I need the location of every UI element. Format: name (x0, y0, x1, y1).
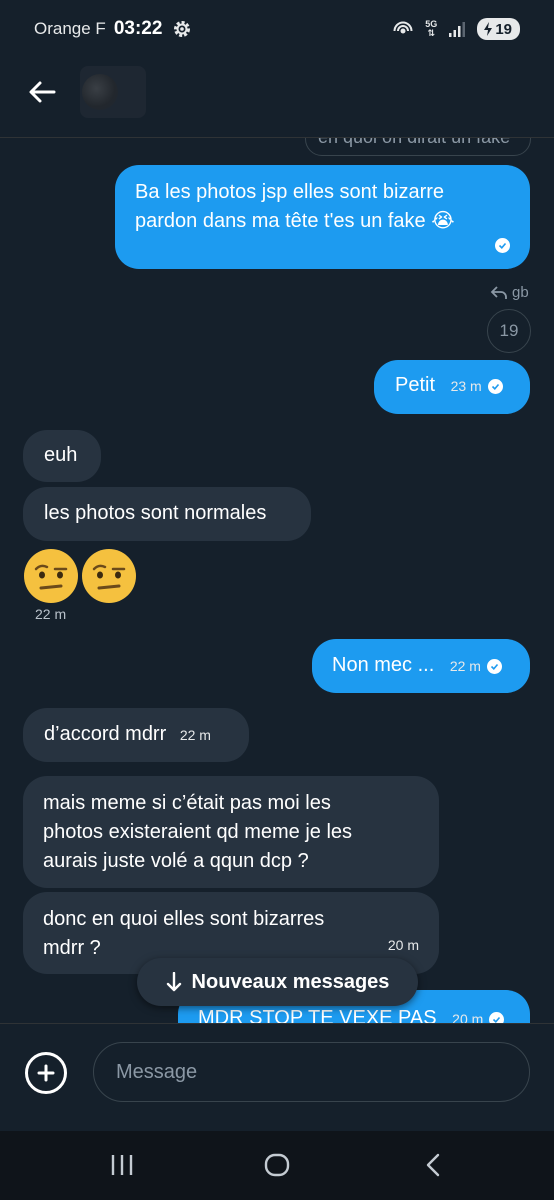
message-line: Ba les photos jsp elles sont bizarre (135, 181, 445, 203)
quoted-message[interactable]: en quoi on dirait un fake (305, 138, 531, 156)
message-text: d’accord mdrr (44, 723, 167, 745)
arrow-down-icon (166, 972, 181, 992)
battery-level: 19 (495, 20, 512, 38)
message-time: 22 m (449, 658, 481, 674)
status-bar: Orange F 03:22 5G ⇅ 19 (0, 0, 554, 58)
add-attachment-button[interactable] (25, 1052, 67, 1094)
status-icons: 5G ⇅ 19 (393, 18, 520, 41)
message-line: photos existeraient qd meme je les (43, 821, 353, 843)
message-time: 20 m (387, 937, 419, 953)
message-bubble-incoming[interactable]: mais meme si c’était pas moi les photos … (23, 776, 439, 888)
arrow-left-icon (29, 81, 56, 103)
back-button[interactable] (22, 76, 62, 108)
message-list[interactable]: en quoi on dirait un fake Ba les photos … (0, 138, 554, 1023)
avatar-image (82, 74, 118, 110)
message-meta: 23 m (451, 372, 503, 401)
plus-circle-icon (37, 1064, 55, 1082)
message-meta: 22 m (450, 652, 502, 681)
back-icon (426, 1153, 440, 1177)
message-bubble-incoming[interactable]: les photos sont normales (23, 487, 311, 541)
new-messages-label: Nouveaux messages (191, 970, 390, 993)
read-check-icon (495, 238, 510, 253)
reaction-count: 19 (499, 321, 519, 340)
message-line: pardon dans ma tête t'es un fake 😭 (135, 210, 455, 232)
conversation-header (0, 58, 554, 138)
message-bubble-outgoing[interactable]: Non mec ... 22 m (312, 639, 530, 693)
message-line: aurais juste volé a qqun dcp ? (43, 850, 309, 872)
quoted-text: en quoi on dirait un fake (318, 138, 510, 147)
message-text: Non mec ... (332, 654, 435, 676)
message-time: 22 m (35, 606, 67, 622)
carrier-name: Orange F (34, 19, 106, 38)
network-5g-icon: 5G ⇅ (425, 19, 438, 38)
avatar[interactable] (80, 66, 146, 118)
message-meta: 20 m (452, 1005, 505, 1023)
recents-button[interactable] (102, 1149, 142, 1181)
read-check-icon (486, 659, 502, 674)
new-messages-button[interactable]: Nouveaux messages (137, 958, 418, 1006)
status-time: 03:22 (113, 18, 163, 39)
message-bubble-outgoing[interactable]: Ba les photos jsp elles sont bizarre par… (115, 165, 530, 269)
face-with-raised-eyebrow-icon[interactable] (81, 548, 137, 604)
message-time: 22 m (179, 727, 211, 743)
hotspot-icon (393, 18, 413, 41)
message-time: 20 m (452, 1011, 484, 1023)
recents-icon (111, 1155, 133, 1175)
message-line: mais meme si c’était pas moi les (43, 792, 331, 814)
battery-icon: 19 (477, 18, 520, 40)
message-line: donc en quoi elles sont bizarres (43, 908, 325, 930)
message-time: 23 m (450, 378, 482, 394)
message-bubble-incoming[interactable]: euh (23, 430, 101, 482)
system-navigation-bar (0, 1131, 554, 1200)
message-composer (0, 1023, 554, 1131)
message-bubble-outgoing[interactable]: Petit 23 m (374, 360, 530, 414)
message-text: euh (44, 444, 78, 466)
face-with-raised-eyebrow-icon[interactable] (23, 548, 79, 604)
home-button[interactable] (257, 1149, 297, 1181)
reply-icon (490, 285, 507, 299)
message-input[interactable] (93, 1042, 530, 1102)
message-bubble-incoming[interactable]: d’accord mdrr 22 m (23, 708, 249, 762)
system-back-button[interactable] (413, 1149, 453, 1181)
message-text: Petit (395, 374, 436, 396)
gear-icon (172, 19, 192, 39)
network-type: 5G (425, 19, 438, 29)
message-text: les photos sont normales (44, 502, 267, 524)
message-text: MDR STOP TE VEXE PAS (198, 1007, 437, 1023)
signal-icon (449, 21, 466, 37)
read-check-icon (489, 1012, 505, 1023)
reply-user: gb (512, 284, 529, 301)
home-icon (264, 1153, 290, 1177)
read-check-icon (487, 379, 503, 394)
reaction-badge[interactable]: 19 (487, 309, 531, 353)
reply-indicator[interactable]: gb (490, 284, 529, 301)
